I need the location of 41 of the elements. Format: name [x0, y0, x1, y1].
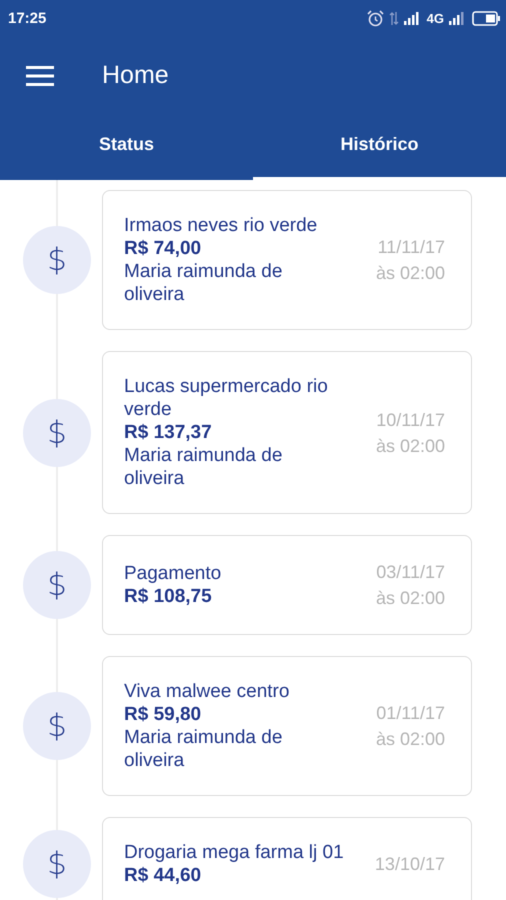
battery-icon — [472, 10, 500, 26]
merchant-name: Irmaos neves rio verde — [124, 214, 318, 237]
merchant-name: Lucas supermercado rio verde — [124, 375, 329, 421]
transaction-date: 10/11/17 — [376, 408, 445, 432]
dollar-icon: $ — [23, 398, 91, 466]
transaction-card[interactable]: Pagamento R$ 108,75 03/11/17 às 02:00 — [102, 535, 472, 635]
dollar-icon: $ — [23, 692, 91, 760]
amount: R$ 108,75 — [124, 585, 213, 608]
merchant-name: Pagamento — [124, 562, 222, 585]
transaction-date: 11/11/17 — [378, 236, 445, 259]
clock-time: 17:25 — [8, 10, 46, 26]
transaction-time: às 02:00 — [376, 728, 445, 751]
data-arrows-icon — [388, 10, 399, 26]
transaction-time: às 02:00 — [376, 262, 445, 285]
network-type: 4G — [426, 10, 444, 26]
transaction-card[interactable]: Irmaos neves rio verde R$ 74,00 Maria raimunda de oliveira 11/11/17 às 02:00 — [102, 190, 472, 330]
transaction-date: 03/11/17 — [376, 561, 445, 584]
cardholder-name: Maria raimunda de oliveira — [124, 444, 284, 490]
transaction-time: às 02:00 — [376, 434, 445, 458]
transaction-time: às 02:00 — [376, 587, 445, 610]
cardholder-name: Maria raimunda de oliveira — [124, 726, 284, 772]
merchant-name: Drogaria mega farma lj 01 — [124, 841, 345, 864]
menu-icon[interactable] — [26, 64, 54, 86]
amount: R$ 59,80 — [124, 703, 202, 726]
tab[interactable]: Histórico — [253, 115, 506, 180]
tab[interactable]: Status — [0, 115, 253, 180]
amount: R$ 74,00 — [124, 237, 202, 260]
alarm-icon — [366, 10, 384, 26]
screen-title: Home — [102, 61, 169, 90]
cardholder-name: Maria raimunda de oliveira — [124, 260, 284, 306]
merchant-name: Viva malwee centro — [124, 680, 290, 703]
transaction-card[interactable]: Viva malwee centro R$ 59,80 Maria raimunda de oliveira 01/11/17 às 02:00 — [102, 656, 472, 796]
transaction-date: 01/11/17 — [376, 702, 445, 725]
amount: R$ 44,60 — [124, 864, 202, 887]
amount: R$ 137,37 — [124, 421, 213, 444]
transaction-card[interactable]: Drogaria mega farma lj 01 R$ 44,60 13/10/17 — [102, 817, 472, 900]
dollar-icon: $ — [23, 551, 91, 619]
dollar-icon: $ — [23, 830, 91, 898]
dollar-icon: $ — [23, 226, 91, 294]
transaction-date: 13/10/17 — [374, 853, 445, 876]
transaction-card[interactable]: Lucas supermercado rio verde R$ 137,37 Maria raimunda de oliveira 10/11/17 às 02:00 — [102, 351, 472, 514]
